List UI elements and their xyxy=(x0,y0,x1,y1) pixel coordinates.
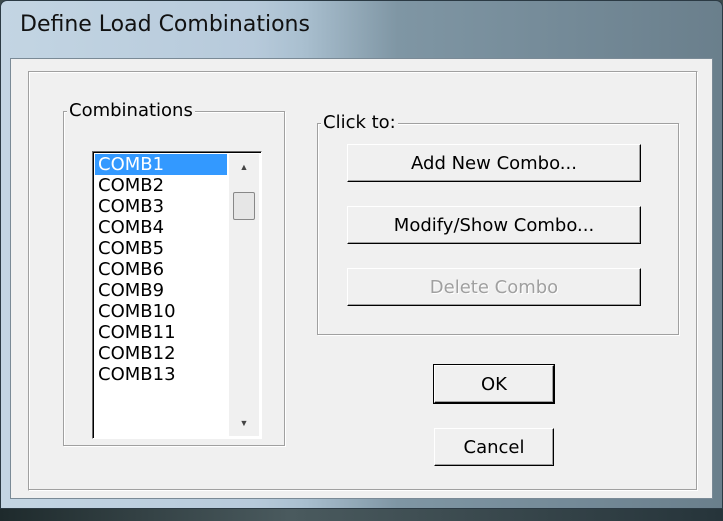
list-item[interactable]: COMB1 xyxy=(95,154,227,175)
list-item[interactable]: COMB13 xyxy=(95,364,227,385)
combinations-group-label: Combinations xyxy=(67,100,195,121)
list-item[interactable]: COMB4 xyxy=(95,217,227,238)
list-item[interactable]: COMB12 xyxy=(95,343,227,364)
combinations-listbox[interactable]: COMB1 COMB2 COMB3 COMB4 COMB5 COMB6 COMB9 COMB1… xyxy=(92,151,262,439)
click-to-group-label: Click to: xyxy=(321,112,398,133)
scroll-up-arrow-icon[interactable]: ▲ xyxy=(229,154,259,180)
dialog-window: Define Load Combinations Combinations CO… xyxy=(0,0,723,509)
scroll-down-arrow-icon[interactable]: ▼ xyxy=(229,410,259,436)
modify-show-combo-button[interactable]: Modify/Show Combo... xyxy=(347,206,641,244)
add-new-combo-button[interactable]: Add New Combo... xyxy=(347,144,641,182)
window-title: Define Load Combinations xyxy=(20,12,310,37)
title-bar[interactable]: Define Load Combinations xyxy=(1,1,722,57)
cancel-button[interactable]: Cancel xyxy=(434,428,554,466)
scroll-thumb[interactable] xyxy=(233,192,255,220)
list-item[interactable]: COMB6 xyxy=(95,259,227,280)
list-item[interactable]: COMB9 xyxy=(95,280,227,301)
list-item[interactable]: COMB11 xyxy=(95,322,227,343)
list-item[interactable]: COMB2 xyxy=(95,175,227,196)
list-item[interactable]: COMB10 xyxy=(95,301,227,322)
list-item[interactable]: COMB3 xyxy=(95,196,227,217)
combinations-list: COMB1 COMB2 COMB3 COMB4 COMB5 COMB6 COMB9 COMB1… xyxy=(95,154,227,385)
delete-combo-button[interactable]: Delete Combo xyxy=(347,268,641,306)
ok-button[interactable]: OK xyxy=(434,365,554,403)
list-scrollbar[interactable]: ▲ ▼ xyxy=(229,154,259,436)
desktop-background xyxy=(0,509,723,521)
list-item[interactable]: COMB5 xyxy=(95,238,227,259)
